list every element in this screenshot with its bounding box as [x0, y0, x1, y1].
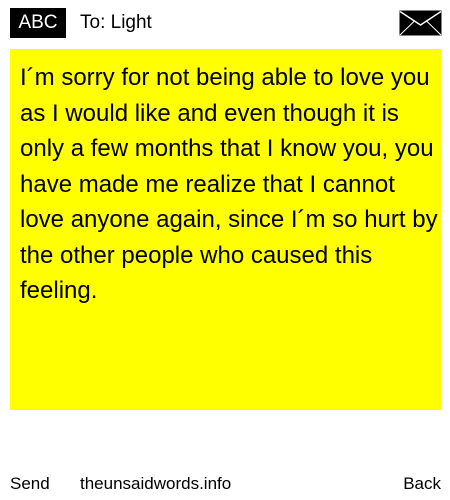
- header-bar: ABC To: Light: [0, 0, 450, 44]
- abc-badge: ABC: [10, 8, 66, 38]
- footer-bar: Send theunsaidwords.info Back: [0, 470, 450, 498]
- send-button[interactable]: Send: [10, 470, 50, 498]
- back-button[interactable]: Back: [403, 470, 441, 498]
- site-link[interactable]: theunsaidwords.info: [80, 470, 231, 498]
- message-box: I´m sorry for not being able to love you…: [10, 49, 441, 410]
- recipient-label: To: Light: [80, 12, 152, 33]
- envelope-icon[interactable]: [399, 10, 442, 36]
- message-text: I´m sorry for not being able to love you…: [20, 64, 438, 304]
